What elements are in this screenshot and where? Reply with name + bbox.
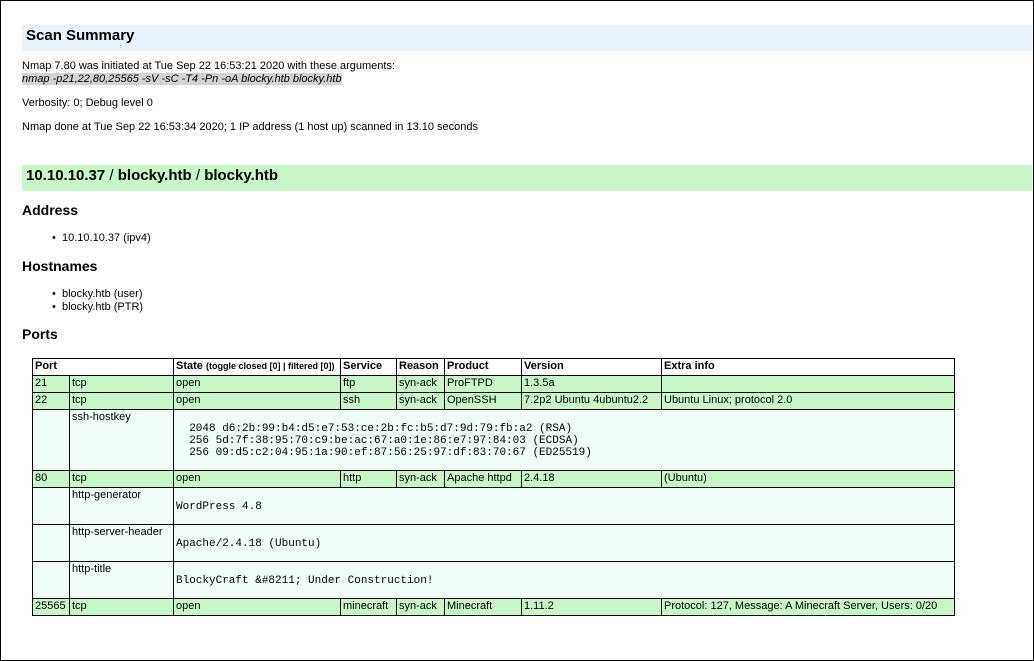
proto-cell: tcp — [69, 598, 174, 616]
proto-cell: tcp — [69, 375, 174, 393]
reason-cell: syn-ack — [396, 392, 445, 410]
hostname-text: blocky.htb (PTR) — [62, 301, 144, 313]
script-output-cell: 2048 d6:2b:99:b4:d5:e7:53:ce:2b:fc:b5:d7… — [173, 409, 955, 471]
script-output-cell: WordPress 4.8 — [173, 487, 955, 525]
service-cell: minecraft — [340, 598, 397, 616]
empty-cell — [32, 487, 70, 525]
state-cell: open — [173, 470, 341, 488]
host-ip: 10.10.10.37 — [26, 167, 106, 184]
proto-cell: tcp — [69, 470, 174, 488]
address-item: 10.10.10.37 (ipv4) — [52, 232, 151, 245]
state-cell: open — [173, 598, 341, 616]
version-cell: 1.11.2 — [521, 598, 662, 616]
table-row: 25565 tcp open minecraft syn-ack Minecra… — [32, 598, 955, 616]
empty-cell — [32, 524, 70, 562]
state-header: State (toggle closed [0] | filtered [0]) — [173, 358, 341, 376]
service-header: Service — [340, 358, 397, 376]
toggle-filtered-link[interactable]: filtered [0] — [288, 361, 332, 371]
script-name-cell: http-server-header — [69, 524, 174, 562]
service-cell: ssh — [340, 392, 397, 410]
extra-info-header: Extra info — [661, 358, 955, 376]
scan-summary-heading: Scan Summary — [22, 25, 1032, 51]
port-cell: 80 — [32, 470, 70, 488]
empty-cell — [32, 561, 70, 599]
script-row: http-generator WordPress 4.8 — [32, 487, 955, 525]
hostname-item: blocky.htb (PTR) — [52, 301, 143, 314]
product-cell: ProFTPD — [444, 375, 522, 393]
reason-header: Reason — [396, 358, 445, 376]
port-cell: 25565 — [32, 598, 70, 616]
address-heading: Address — [22, 202, 79, 218]
product-cell: Minecraft — [444, 598, 522, 616]
state-cell: open — [173, 375, 341, 393]
extra-info-cell: Ubuntu Linux; protocol 2.0 — [661, 392, 955, 410]
script-output-cell: Apache/2.4.18 (Ubuntu) — [173, 524, 955, 562]
script-name-cell: http-title — [69, 561, 174, 599]
empty-cell — [32, 409, 70, 471]
proto-cell: tcp — [69, 392, 174, 410]
version-header: Version — [521, 358, 662, 376]
ports-heading: Ports — [22, 326, 58, 342]
product-cell: Apache httpd — [444, 470, 522, 488]
reason-cell: syn-ack — [396, 375, 445, 393]
script-row: http-server-header Apache/2.4.18 (Ubuntu… — [32, 524, 955, 562]
port-cell: 22 — [32, 392, 70, 410]
table-row: 21 tcp open ftp syn-ack ProFTPD 1.3.5a — [32, 375, 955, 393]
host-name-2: blocky.htb — [204, 167, 279, 184]
initiated-text: Nmap 7.80 was initiated at Tue Sep 22 16… — [22, 60, 396, 72]
hostnames-heading: Hostnames — [22, 258, 98, 274]
service-cell: ftp — [340, 375, 397, 393]
toggle-separator: | — [280, 361, 289, 371]
reason-cell: syn-ack — [396, 598, 445, 616]
command-text: nmap -p21,22,80,25565 -sV -sC -T4 -Pn -o… — [22, 73, 342, 85]
script-row: ssh-hostkey 2048 d6:2b:99:b4:d5:e7:53:ce… — [32, 409, 955, 471]
service-cell: http — [340, 470, 397, 488]
done-text: Nmap done at Tue Sep 22 16:53:34 2020; 1… — [22, 121, 479, 133]
product-cell: OpenSSH — [444, 392, 522, 410]
table-header-row: Port State (toggle closed [0] | filtered… — [32, 358, 955, 376]
extra-info-cell — [661, 375, 955, 393]
script-name-cell: http-generator — [69, 487, 174, 525]
address-text: 10.10.10.37 (ipv4) — [62, 232, 151, 244]
script-row: http-title BlockyCraft &#8211; Under Con… — [32, 561, 955, 599]
hostname-text: blocky.htb (user) — [62, 288, 143, 300]
port-header: Port — [32, 358, 174, 376]
script-output: BlockyCraft &#8211; Under Construction! — [176, 575, 434, 587]
host-separator: / — [191, 167, 205, 184]
command-line: nmap -p21,22,80,25565 -sV -sC -T4 -Pn -o… — [22, 73, 342, 86]
script-output: Apache/2.4.18 (Ubuntu) — [176, 538, 322, 550]
toggle-closed-link[interactable]: toggle closed [0] — [209, 361, 281, 371]
extra-info-cell: Protocol: 127, Message: A Minecraft Serv… — [661, 598, 955, 616]
port-cell: 21 — [32, 375, 70, 393]
script-name-cell: ssh-hostkey — [69, 409, 174, 471]
script-output: WordPress 4.8 — [176, 501, 262, 513]
script-output: 2048 d6:2b:99:b4:d5:e7:53:ce:2b:fc:b5:d7… — [189, 423, 592, 459]
reason-cell: syn-ack — [396, 470, 445, 488]
table-row: 22 tcp open ssh syn-ack OpenSSH 7.2p2 Ub… — [32, 392, 955, 410]
extra-info-cell: (Ubuntu) — [661, 470, 955, 488]
version-cell: 1.3.5a — [521, 375, 662, 393]
version-cell: 7.2p2 Ubuntu 4ubuntu2.2 — [521, 392, 662, 410]
host-heading: 10.10.10.37 / blocky.htb / blocky.htb — [22, 165, 1032, 191]
host-separator: / — [105, 167, 118, 184]
verbosity-text: Verbosity: 0; Debug level 0 — [22, 97, 153, 109]
hostname-item: blocky.htb (user) — [52, 288, 143, 301]
product-header: Product — [444, 358, 522, 376]
state-cell: open — [173, 392, 341, 410]
host-name-1: blocky.htb — [117, 167, 192, 184]
table-row: 80 tcp open http syn-ack Apache httpd 2.… — [32, 470, 955, 488]
script-output-cell: BlockyCraft &#8211; Under Construction! — [173, 561, 955, 599]
ports-table: Port State (toggle closed [0] | filtered… — [32, 358, 955, 616]
version-cell: 2.4.18 — [521, 470, 662, 488]
